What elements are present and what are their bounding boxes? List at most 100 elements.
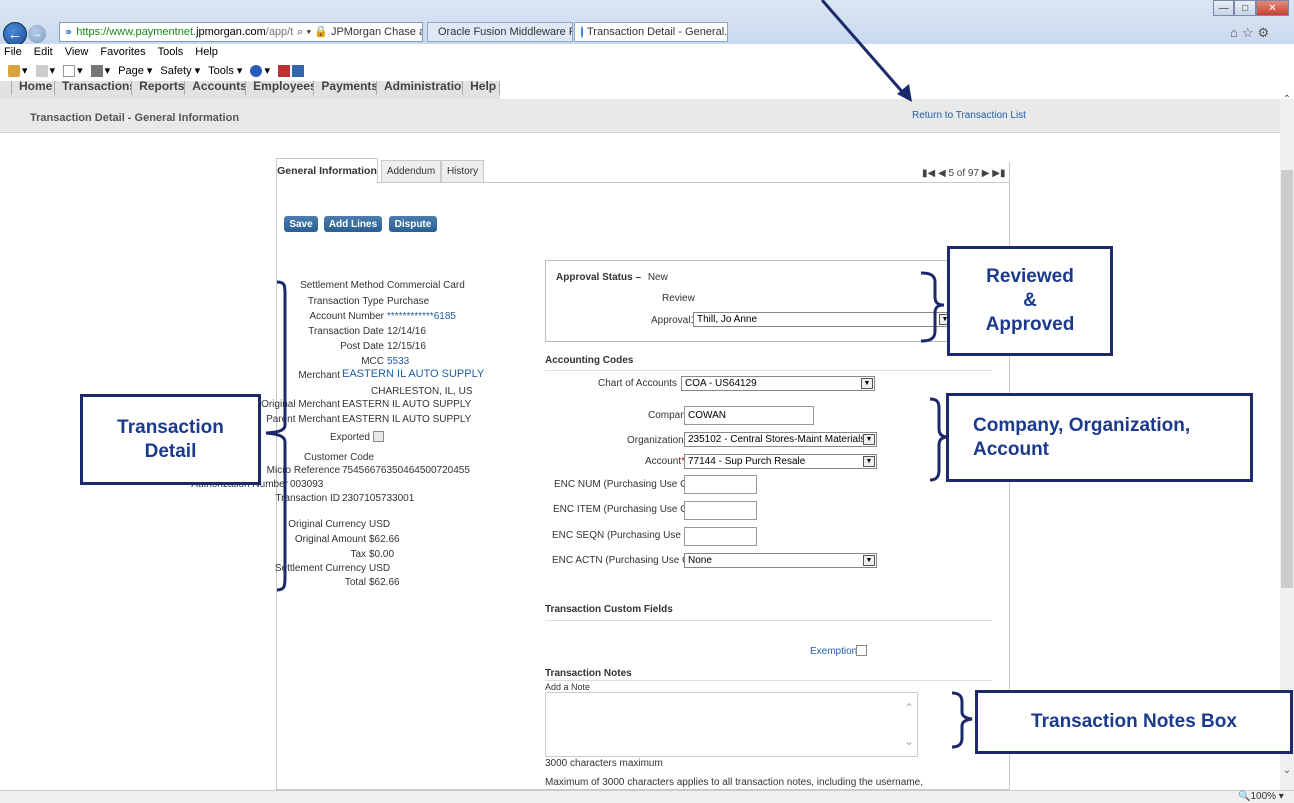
menu-file[interactable]: File <box>4 46 22 58</box>
scroll-up-icon[interactable]: ⌃ <box>1281 94 1293 108</box>
post-date-label: Post Date <box>340 341 384 352</box>
callout-company-organization-account: Company, Organization, Account <box>946 393 1253 482</box>
url-host: jpmorgan.com <box>196 26 266 38</box>
enc-seqn-input[interactable] <box>684 527 757 546</box>
feeds-command[interactable]: ▾ <box>35 64 55 77</box>
nav-help[interactable]: Help <box>463 81 500 95</box>
browser-toolbar-icons: ⌂☆⚙ <box>1230 25 1273 41</box>
chevron-down-icon: ▼ <box>863 555 875 566</box>
browser-tab-oracle[interactable]: Oracle Fusion Middleware For... <box>427 22 573 42</box>
company-input[interactable]: COWAN <box>684 406 814 425</box>
addon-icon <box>277 64 290 77</box>
approval-status-value: New <box>647 272 668 283</box>
addon-command[interactable] <box>277 64 304 77</box>
organization-select[interactable]: 235102 - Central Stores-Maint Materials … <box>684 432 877 447</box>
exemption-checkbox[interactable] <box>856 645 867 656</box>
zoom-level[interactable]: 🔍100% ▾ <box>1238 791 1284 802</box>
chevron-down-icon: ▼ <box>863 456 875 467</box>
nav-home[interactable]: Home <box>11 81 55 95</box>
notes-limit-text: 3000 characters maximum <box>545 758 663 769</box>
enc-num-input[interactable] <box>684 475 757 494</box>
settlement-currency-value: USD <box>369 563 391 574</box>
textarea-scroll-down-icon: ⌄ <box>903 734 914 748</box>
exported-checkbox <box>373 431 384 442</box>
forward-button[interactable]: → <box>28 25 46 43</box>
menu-tools[interactable]: Tools <box>158 46 184 58</box>
tab-addendum[interactable]: Addendum <box>381 160 441 182</box>
menu-help[interactable]: Help <box>195 46 218 58</box>
total-label: Total <box>344 577 366 588</box>
menu-edit[interactable]: Edit <box>34 46 53 58</box>
scroll-down-icon[interactable]: ⌄ <box>1281 765 1293 779</box>
home-icon[interactable]: ⌂ <box>1230 25 1242 40</box>
enc-actn-select[interactable]: None ▼ <box>684 553 877 568</box>
notes-limit-info: Maximum of 3000 characters applies to al… <box>545 777 923 788</box>
url-path: /app/t <box>265 26 294 38</box>
account-number-label: Account Number <box>309 311 384 322</box>
transaction-notes-textarea[interactable]: ⌃ ⌄ <box>545 692 918 757</box>
settings-gear-icon[interactable]: ⚙ <box>1258 25 1274 40</box>
enc-item-label: ENC ITEM (Purchasing Use Only) <box>553 504 705 515</box>
url-controls[interactable]: ⌕ ▾ 🔒 JPMorgan Chase an... C <box>297 25 422 39</box>
transaction-id-value: 2307105733001 <box>342 493 415 504</box>
original-currency-label: Original Currency <box>288 519 366 530</box>
minimize-icon[interactable]: — <box>1213 0 1235 16</box>
enc-item-input[interactable] <box>684 501 757 520</box>
menu-view[interactable]: View <box>65 46 89 58</box>
mcc-label: MCC <box>361 356 384 367</box>
nav-reports[interactable]: Reports <box>132 81 186 95</box>
nav-administration[interactable]: Administration <box>377 81 464 95</box>
tab-general-information[interactable]: General Information <box>276 158 378 183</box>
mcc-link[interactable]: 5533 <box>387 356 409 367</box>
custom-fields-divider <box>545 620 992 621</box>
pager[interactable]: ▮◀ ◀ 5 of 97 ▶ ▶▮ <box>922 168 1005 179</box>
help-icon <box>250 64 263 77</box>
approval1-label: Approval1 <box>651 315 697 326</box>
nav-payments[interactable]: Payments <box>314 81 378 95</box>
favorites-star-icon[interactable]: ☆ <box>1242 25 1258 40</box>
parent-merchant-value: EASTERN IL AUTO SUPPLY <box>342 414 472 425</box>
save-button[interactable]: Save <box>284 216 318 232</box>
add-lines-button[interactable]: Add Lines <box>324 216 382 232</box>
nav-employees[interactable]: Employees <box>246 81 315 95</box>
help-command[interactable]: ▾ <box>250 64 270 77</box>
tab-history[interactable]: History <box>441 160 484 182</box>
url-scheme: https://www.paymentnet. <box>76 26 197 38</box>
mail-command[interactable]: ▾ <box>63 64 83 77</box>
return-to-list-link[interactable]: Return to Transaction List <box>912 110 1026 121</box>
chevron-down-icon: ▼ <box>863 434 875 445</box>
print-command[interactable]: ▾ <box>90 64 110 77</box>
nav-accounts[interactable]: Accounts <box>185 81 247 95</box>
transaction-notes-title: Transaction Notes <box>545 668 632 679</box>
page-menu[interactable]: Page ▾ <box>118 64 152 77</box>
authorization-number-value: 003093 <box>290 479 324 490</box>
tax-value: $0.00 <box>369 549 395 560</box>
chart-of-accounts-select[interactable]: COA - US64129 ▼ <box>681 376 875 391</box>
settlement-method-value: Commercial Card <box>387 280 465 291</box>
dispute-button[interactable]: Dispute <box>389 216 437 232</box>
callout-reviewed-approved: Reviewed & Approved <box>947 246 1113 356</box>
back-button[interactable]: ← <box>3 22 27 46</box>
scrollbar-thumb[interactable] <box>1281 170 1293 588</box>
merchant-location: CHARLESTON, IL, US <box>371 386 473 397</box>
accounting-divider <box>545 370 992 371</box>
transaction-type-label: Transaction Type <box>307 296 384 307</box>
tools-menu[interactable]: Tools ▾ <box>208 64 242 77</box>
menu-favorites[interactable]: Favorites <box>100 46 145 58</box>
account-number-link[interactable]: ************6185 <box>387 311 456 322</box>
approval1-select[interactable]: Thill, Jo Anne ▼ <box>693 312 953 327</box>
merchant-link[interactable]: EASTERN IL AUTO SUPPLY <box>342 368 484 380</box>
browser-tab-transaction[interactable]: Transaction Detail - General... × <box>574 22 728 42</box>
nav-transactions[interactable]: Transactions <box>55 81 133 95</box>
account-select[interactable]: 77144 - Sup Purch Resale ▼ <box>684 454 877 469</box>
close-window-icon[interactable]: ✕ <box>1255 0 1289 16</box>
address-bar[interactable]: ⚭ https://www.paymentnet. jpmorgan.com/ap… <box>59 22 423 42</box>
chart-of-accounts-label: Chart of Accounts <box>598 378 677 389</box>
total-value: $62.66 <box>369 577 400 588</box>
home-command[interactable]: ▾ <box>8 64 28 77</box>
settlement-method-label: Settlement Method <box>300 280 384 291</box>
maximize-icon[interactable]: □ <box>1234 0 1256 16</box>
callout-transaction-detail: Transaction Detail <box>80 394 261 485</box>
original-amount-label: Original Amount <box>294 534 366 545</box>
safety-menu[interactable]: Safety ▾ <box>160 64 200 77</box>
